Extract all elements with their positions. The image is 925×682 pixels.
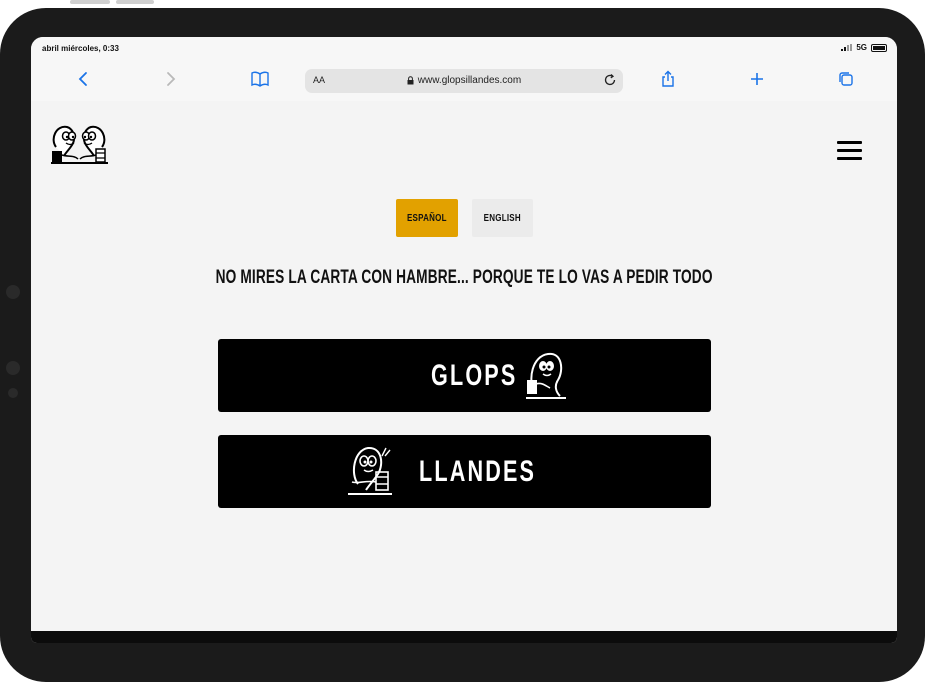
status-time: abril miércoles, 0:33 — [42, 44, 119, 53]
new-tab-icon[interactable] — [747, 69, 767, 89]
llandes-button[interactable]: LLANDES — [218, 435, 711, 508]
device-top-buttons — [70, 0, 160, 4]
network-label: 5G — [856, 43, 867, 52]
battery-icon — [871, 43, 887, 52]
glops-label: GLOPS — [431, 358, 518, 392]
language-spanish-label: ESPAÑOL — [407, 212, 447, 224]
language-spanish-button[interactable]: ESPAÑOL — [396, 199, 458, 237]
url-display[interactable]: www.glopsillandes.com — [305, 75, 623, 86]
language-english-button[interactable]: ENGLISH — [472, 199, 533, 237]
side-button — [8, 388, 18, 398]
tagline: NO MIRES LA CARTA CON HAMBRE... PORQUE T… — [31, 267, 897, 289]
llandes-label: LLANDES — [419, 454, 537, 488]
address-bar[interactable]: AA www.glopsillandes.com — [305, 69, 623, 93]
tabs-icon[interactable] — [836, 69, 856, 89]
status-indicators: 5G — [841, 43, 887, 52]
reload-icon[interactable] — [603, 73, 617, 92]
status-bar: abril miércoles, 0:33 5G — [31, 37, 897, 57]
bottom-bar — [31, 631, 897, 643]
llandes-label-wrap: LLANDES — [419, 435, 582, 508]
screen: abril miércoles, 0:33 5G AA www.glopsill… — [31, 37, 897, 643]
lock-icon — [407, 76, 414, 85]
menu-icon[interactable] — [837, 141, 862, 161]
side-button — [6, 361, 20, 375]
web-page: ESPAÑOL ENGLISH NO MIRES LA CARTA CON HA… — [31, 101, 897, 631]
tagline-text: NO MIRES LA CARTA CON HAMBRE... PORQUE T… — [215, 267, 713, 288]
browser-toolbar: AA www.glopsillandes.com — [31, 57, 897, 101]
signal-icon — [841, 44, 853, 51]
share-icon[interactable] — [658, 69, 678, 89]
language-english-label: ENGLISH — [483, 212, 522, 224]
url-text: www.glopsillandes.com — [417, 75, 522, 86]
site-logo[interactable] — [48, 121, 110, 165]
bookmarks-icon[interactable] — [250, 69, 270, 89]
back-icon[interactable] — [73, 69, 93, 89]
side-button — [6, 285, 20, 299]
glops-button[interactable]: GLOPS — [218, 339, 711, 412]
glops-mascot-icon — [526, 352, 566, 399]
forward-icon[interactable] — [161, 69, 181, 89]
llandes-mascot-icon — [348, 446, 392, 495]
